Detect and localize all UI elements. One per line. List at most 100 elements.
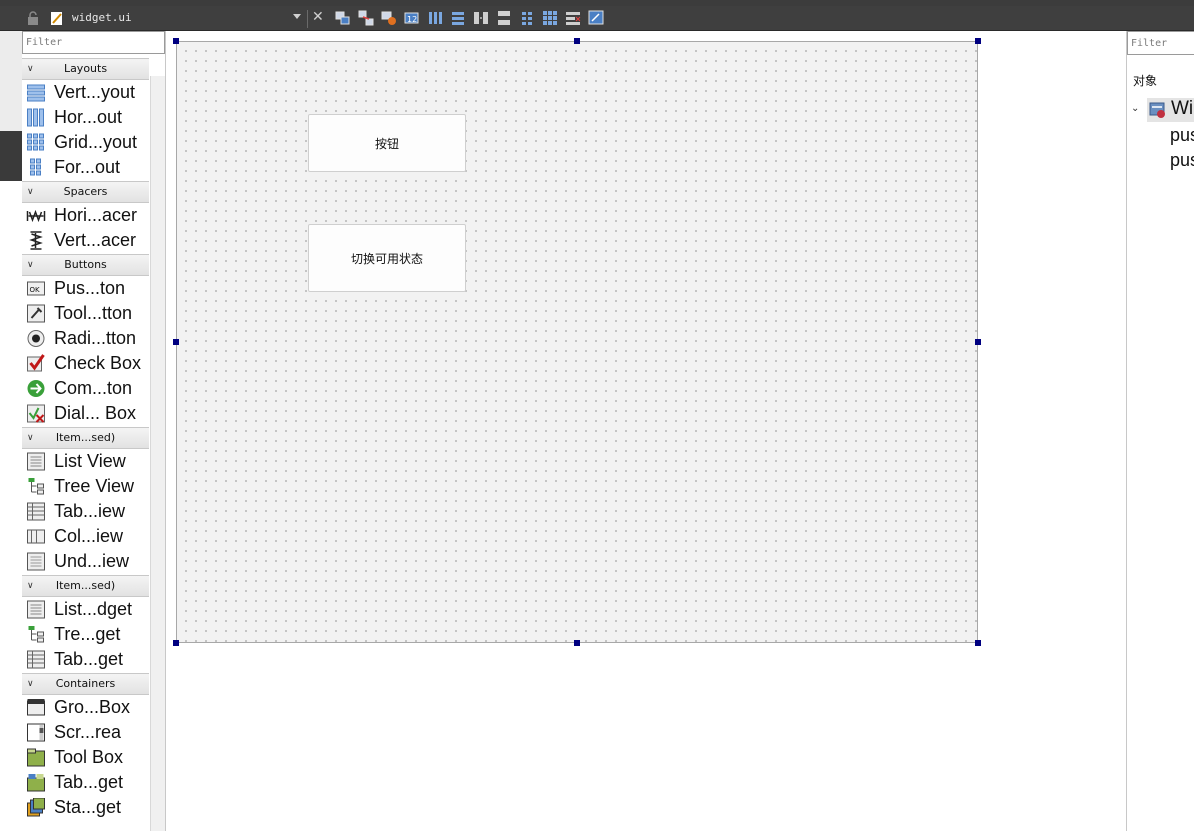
grid-layout-icon: [27, 133, 44, 151]
widget-category-header[interactable]: ∨ Containers: [22, 673, 149, 695]
toolbar-separator: [307, 10, 308, 28]
widget-box-item-label: Vert...acer: [54, 230, 137, 250]
widget-box-item-label: Und...iew: [54, 551, 130, 571]
layout-form-icon[interactable]: [519, 10, 535, 26]
widget-box-item[interactable]: For...out: [22, 155, 149, 180]
widget-category-header[interactable]: ∨ Buttons: [22, 254, 149, 276]
svg-text:OK: OK: [30, 286, 41, 294]
widget-box-item[interactable]: Und...iew: [22, 549, 149, 574]
layout-v-splitter-icon[interactable]: [496, 10, 512, 26]
widget-box-item-label: Check Box: [54, 353, 142, 373]
widget-box-item[interactable]: Check Box: [22, 351, 149, 376]
chevron-down-icon: ∨: [27, 679, 34, 689]
widget-box-item-label: Grid...yout: [54, 132, 138, 152]
file-dropdown-arrow-icon[interactable]: [293, 14, 301, 19]
edit-tab-order-icon[interactable]: 12: [404, 10, 420, 26]
selection-handle-top-left[interactable]: [173, 38, 179, 44]
chevron-down-icon: ∨: [27, 187, 34, 197]
push-button-1[interactable]: 按钮: [308, 114, 466, 172]
widget-box-item[interactable]: Hor...out: [22, 105, 149, 130]
table-widget-icon: [27, 650, 45, 669]
selection-handle-bottom-left[interactable]: [173, 640, 179, 646]
widget-box-item[interactable]: List View: [22, 449, 149, 474]
widget-box-item[interactable]: Tab...iew: [22, 499, 149, 524]
tree-root-label[interactable]: Wi: [1171, 98, 1193, 120]
chevron-down-icon: ∨: [27, 260, 34, 270]
selection-handle-top[interactable]: [574, 38, 580, 44]
widget-box-item[interactable]: Tab...get: [22, 770, 149, 795]
layout-horizontal-icon[interactable]: [427, 10, 443, 26]
break-layout-icon[interactable]: [565, 10, 581, 26]
vertical-spacer-icon: [29, 231, 43, 250]
widget-box-item[interactable]: Radi...tton: [22, 326, 149, 351]
widget-category-header[interactable]: ∨ Item...sed): [22, 575, 149, 597]
widget-box-item[interactable]: Vert...yout: [22, 80, 149, 105]
widget-box-item-label: Tab...iew: [54, 501, 126, 521]
widget-box-panel: Filter ∨ Layouts Vert...yout Hor...out Grid.…: [22, 31, 166, 831]
list-view-icon: [27, 452, 45, 471]
lock-icon[interactable]: [27, 11, 39, 25]
tree-item-push-button-1[interactable]: pus: [1170, 125, 1194, 146]
selection-handle-left[interactable]: [173, 339, 179, 345]
push-button-toggle-enabled-label: 切换可用状态: [350, 251, 423, 266]
widget-box-item[interactable]: Grid...yout: [22, 130, 149, 155]
tree-item-push-button-2[interactable]: pus: [1170, 150, 1194, 171]
widget-box-item[interactable]: Col...iew: [22, 524, 149, 549]
widget-box-item[interactable]: Tool Box: [22, 745, 149, 770]
layout-vertical-icon[interactable]: [450, 10, 466, 26]
widget-category-label: Spacers: [63, 185, 108, 198]
widget-box-item[interactable]: Tool...tton: [22, 301, 149, 326]
push-button-1-label: 按钮: [374, 136, 399, 151]
widget-category-header[interactable]: ∨ Item...sed): [22, 427, 149, 449]
widget-box-scrollbar[interactable]: [150, 76, 165, 831]
layout-h-splitter-icon[interactable]: [473, 10, 489, 26]
widget-category-label: Buttons: [64, 258, 107, 271]
radio-button-icon: [27, 330, 45, 347]
widget-box-item[interactable]: Sta...get: [22, 795, 149, 820]
widget-box-item-label: List View: [54, 451, 126, 471]
widget-box-item[interactable]: Hori...acer: [22, 203, 149, 228]
selection-handle-right[interactable]: [975, 339, 981, 345]
object-filter-input[interactable]: Filter: [1127, 31, 1194, 55]
widget-box-item-label: Tool...tton: [54, 303, 133, 323]
chevron-down-icon[interactable]: ⌄: [1131, 103, 1139, 114]
widget-box-item-label: Tool Box: [54, 747, 124, 767]
widget-box-item[interactable]: Scr...rea: [22, 720, 149, 745]
edit-widgets-icon[interactable]: [335, 10, 351, 26]
close-icon[interactable]: ✕: [312, 9, 324, 25]
widget-category-label: Item...sed): [55, 431, 116, 444]
widget-category-header[interactable]: ∨ Spacers: [22, 181, 149, 203]
widget-box-item-label: Gro...Box: [54, 697, 131, 717]
layout-grid-icon[interactable]: [542, 10, 558, 26]
widget-box-item-label: Hor...out: [54, 107, 123, 127]
horizontal-spacer-icon: [26, 209, 46, 223]
file-name[interactable]: widget.ui: [72, 11, 132, 24]
widget-box-item[interactable]: Dial... Box: [22, 401, 149, 426]
widget-filter-input[interactable]: Filter: [22, 31, 165, 54]
tool-box-icon: [27, 748, 45, 767]
form-layout-icon: [30, 158, 41, 176]
widget-box-item[interactable]: OK Pus...ton: [22, 276, 149, 301]
widget-box-item[interactable]: Vert...acer: [22, 228, 149, 253]
adjust-size-icon[interactable]: [588, 10, 604, 26]
widget-box-item[interactable]: Tree View: [22, 474, 149, 499]
edit-signals-slots-icon[interactable]: [358, 10, 374, 26]
widget-box-item[interactable]: Tab...get: [22, 647, 149, 672]
widget-box-item-label: Tab...get: [54, 649, 124, 669]
widget-box-item[interactable]: Tre...get: [22, 622, 149, 647]
widget-box-item-label: Com...ton: [54, 378, 133, 398]
push-button-toggle-enabled[interactable]: 切换可用状态: [308, 224, 466, 292]
tool-button-icon: [27, 304, 45, 323]
selection-handle-top-right[interactable]: [975, 38, 981, 44]
selection-handle-bottom-right[interactable]: [975, 640, 981, 646]
check-box-icon: [27, 354, 45, 372]
widget-box-item[interactable]: Com...ton: [22, 376, 149, 401]
selection-handle-bottom[interactable]: [574, 640, 580, 646]
form-canvas[interactable]: 按钮 切换可用状态: [176, 41, 978, 643]
widget-list: ∨ Layouts Vert...yout Hor...out Grid...yout F…: [22, 57, 149, 820]
tree-widget-icon: [28, 626, 44, 643]
widget-category-header[interactable]: ∨ Layouts: [22, 58, 149, 80]
widget-box-item[interactable]: List...dget: [22, 597, 149, 622]
widget-box-item[interactable]: Gro...Box: [22, 695, 149, 720]
edit-buddies-icon[interactable]: [381, 10, 397, 26]
